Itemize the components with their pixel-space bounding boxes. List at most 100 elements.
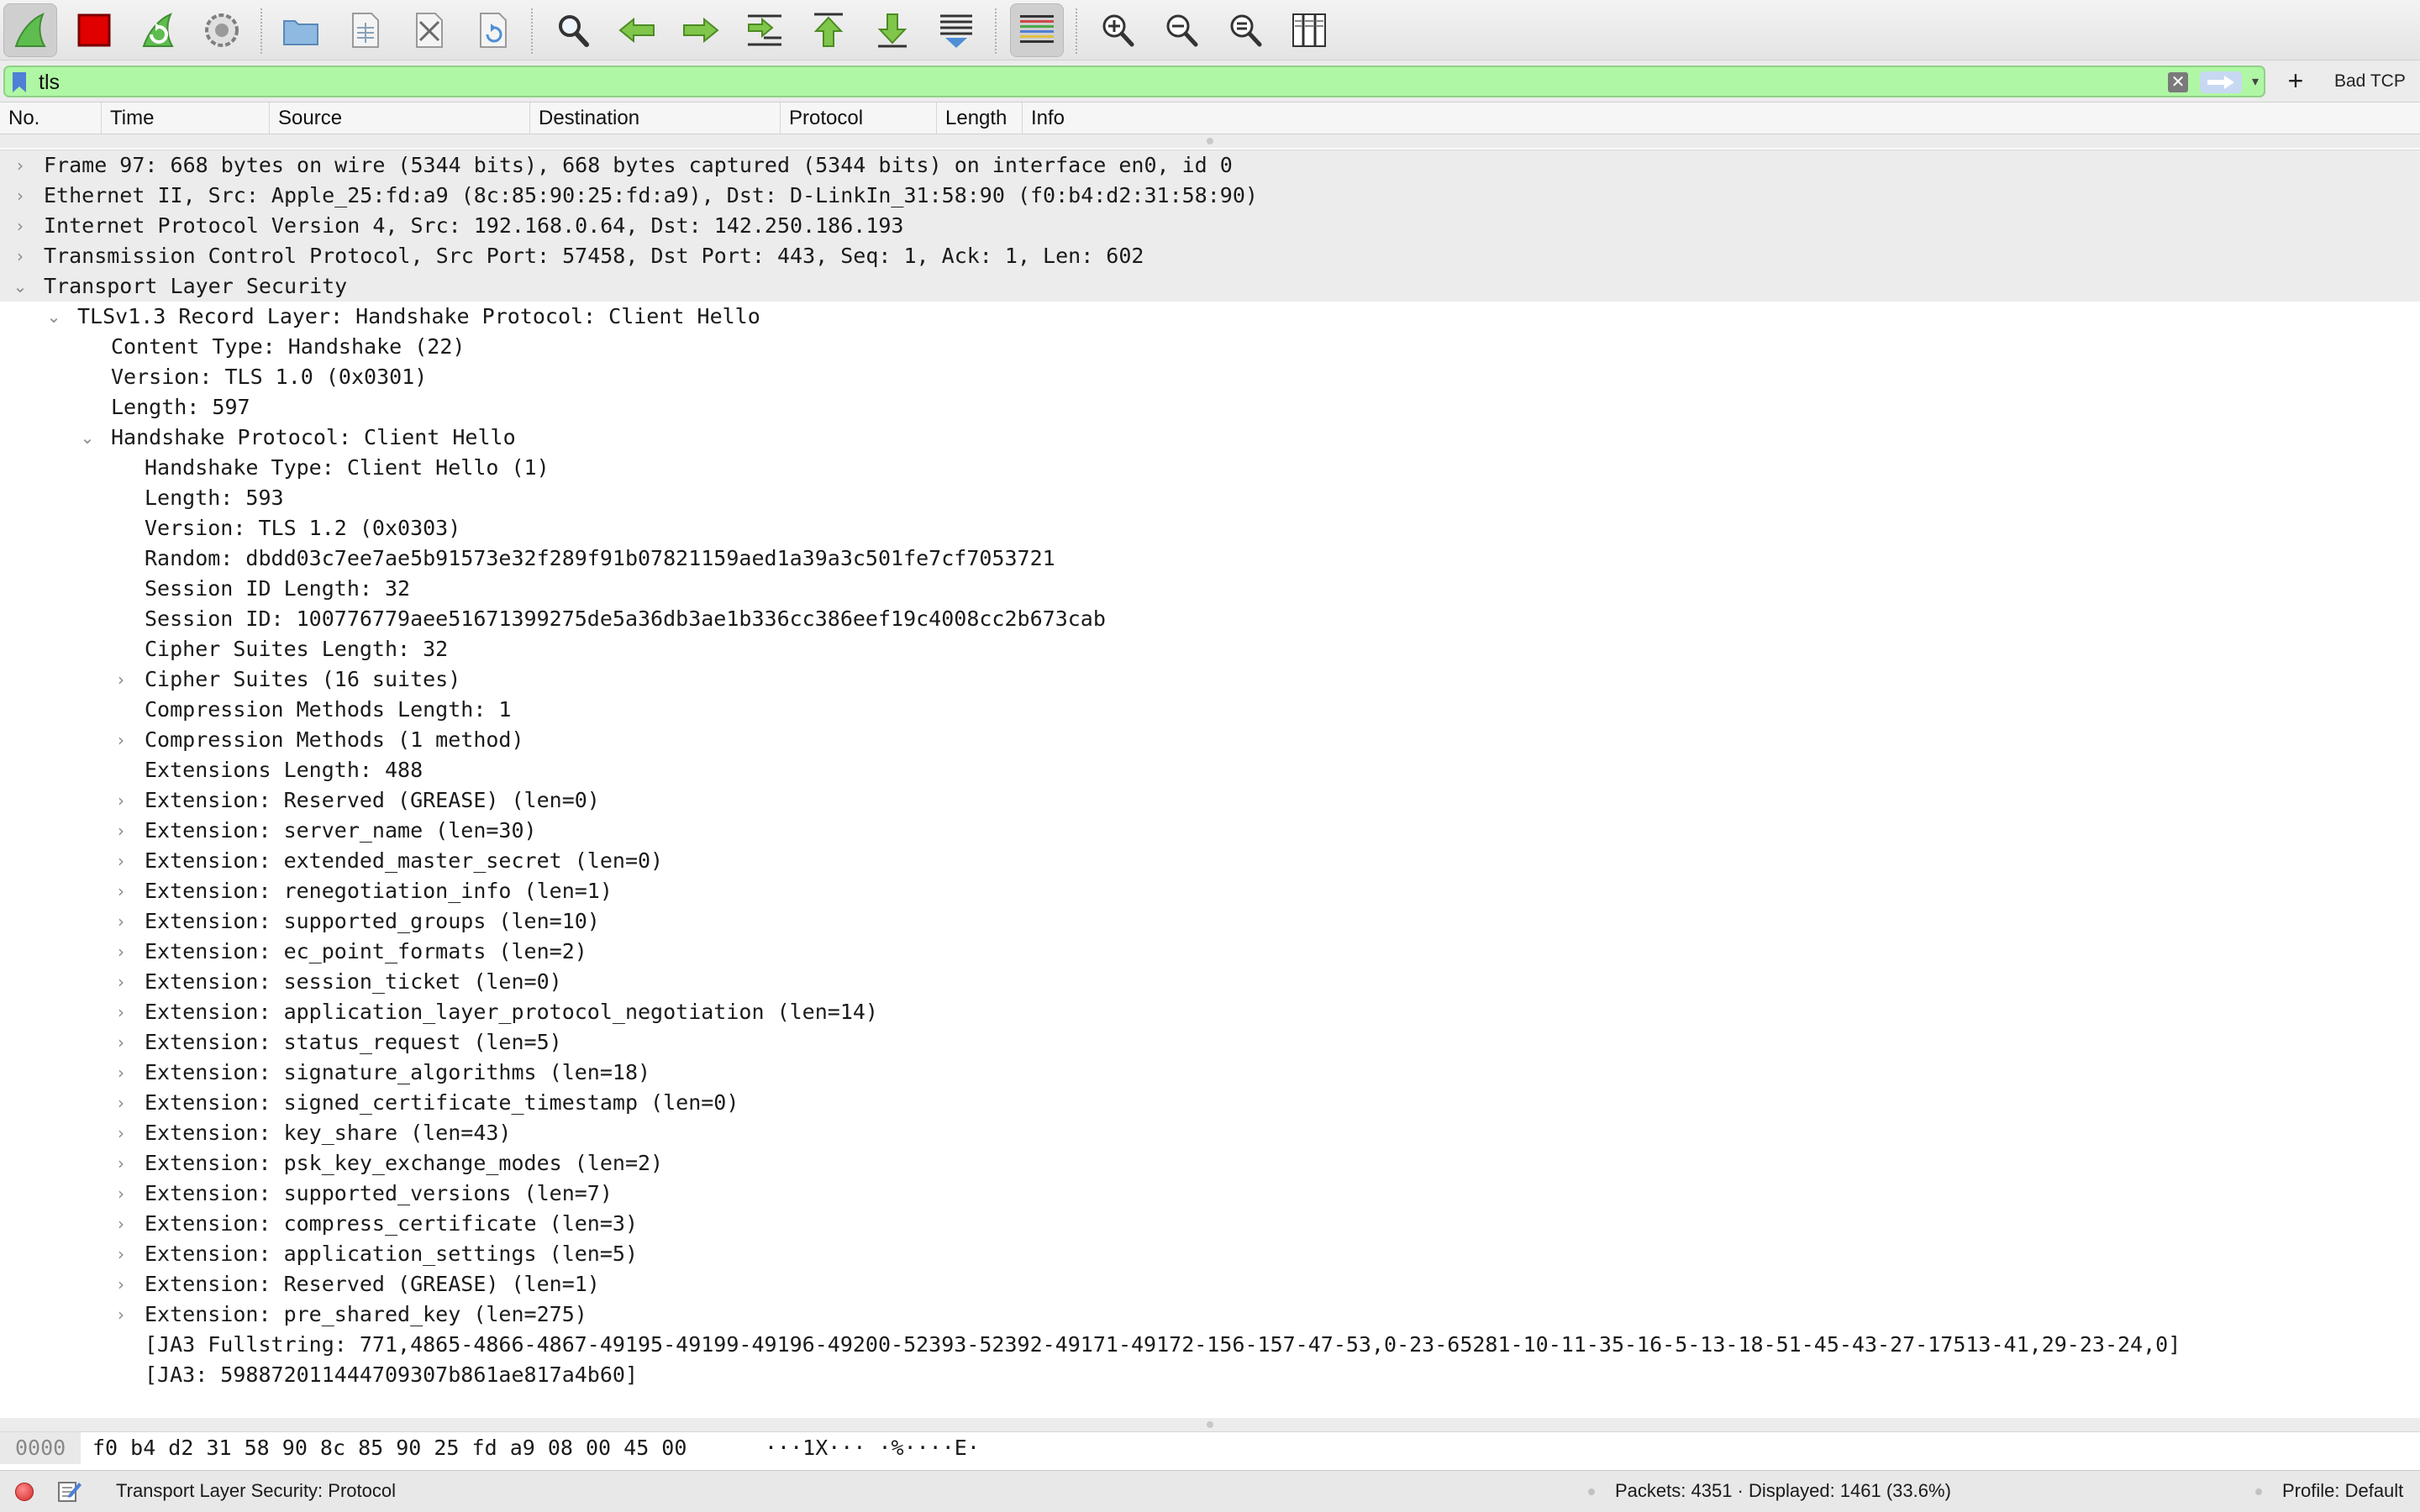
expand-chevron-icon[interactable]: › (113, 997, 129, 1027)
tree-item[interactable]: Extensions Length: 488 (0, 755, 2420, 785)
go-first-packet-button[interactable] (802, 3, 855, 57)
expand-chevron-icon[interactable]: › (113, 816, 129, 846)
tree-item[interactable]: › Extension: supported_groups (len=10) (0, 906, 2420, 937)
expand-chevron-icon[interactable]: › (12, 211, 29, 241)
go-to-packet-button[interactable] (738, 3, 792, 57)
capture-comment-icon[interactable] (57, 1479, 82, 1503)
open-file-button[interactable] (274, 3, 328, 57)
close-file-button[interactable] (402, 3, 455, 57)
expand-chevron-icon[interactable]: › (113, 1088, 129, 1118)
profile-switcher[interactable]: Profile: Default (2282, 1471, 2403, 1511)
tree-item[interactable]: › Extension: application_layer_protocol_n… (0, 997, 2420, 1027)
hex-bytes[interactable]: f0 b4 d2 31 58 90 8c 85 90 25 fd a9 08 0… (92, 1432, 687, 1464)
expand-chevron-icon[interactable]: › (113, 1299, 129, 1330)
tree-item[interactable]: Session ID: 100776779aee51671399275de5a3… (0, 604, 2420, 634)
tree-item[interactable]: ⌄ Handshake Protocol: Client Hello (0, 423, 2420, 453)
tree-item[interactable]: › Extension: renegotiation_info (len=1) (0, 876, 2420, 906)
tree-item[interactable]: ⌄ Transport Layer Security (0, 271, 2420, 302)
tree-item[interactable]: › Extension: Reserved (GREASE) (len=0) (0, 785, 2420, 816)
expand-chevron-icon[interactable]: › (113, 1058, 129, 1088)
tree-item[interactable]: [JA3 Fullstring: 771,4865-4866-4867-4919… (0, 1330, 2420, 1360)
tree-item[interactable]: › Extension: compress_certificate (len=3) (0, 1209, 2420, 1239)
expand-chevron-icon[interactable]: › (113, 876, 129, 906)
apply-filter-button[interactable] (2200, 71, 2242, 93)
tree-item[interactable]: [JA3: 598872011444709307b861ae817a4b60] (0, 1360, 2420, 1390)
column-no[interactable]: No. (0, 102, 101, 134)
add-filter-button[interactable]: + (2282, 66, 2309, 96)
tree-item[interactable]: › Extension: extended_master_secret (len=… (0, 846, 2420, 876)
display-filter-input[interactable]: tls ✕ ▾ (3, 66, 2265, 97)
expand-chevron-icon[interactable]: › (12, 150, 29, 181)
filter-history-dropdown[interactable]: ▾ (2249, 71, 2262, 94)
expand-chevron-icon[interactable]: › (113, 937, 129, 967)
expert-info-icon[interactable] (15, 1483, 34, 1501)
tree-item[interactable]: Version: TLS 1.2 (0x0303) (0, 513, 2420, 543)
tree-item[interactable]: › Extension: signature_algorithms (len=18… (0, 1058, 2420, 1088)
column-protocol[interactable]: Protocol (780, 102, 936, 134)
tree-item[interactable]: › Extension: ec_point_formats (len=2) (0, 937, 2420, 967)
expand-chevron-icon[interactable]: › (113, 1209, 129, 1239)
tree-item[interactable]: Length: 593 (0, 483, 2420, 513)
bookmark-icon[interactable] (10, 71, 29, 93)
expand-chevron-icon[interactable]: › (113, 846, 129, 876)
tree-item[interactable]: › Transmission Control Protocol, Src Port… (0, 241, 2420, 271)
reload-file-button[interactable] (466, 3, 519, 57)
tree-item[interactable]: ⌄ TLSv1.3 Record Layer: Handshake Protoco… (0, 302, 2420, 332)
expand-chevron-icon[interactable]: › (113, 967, 129, 997)
tree-item[interactable]: Session ID Length: 32 (0, 574, 2420, 604)
tree-item[interactable]: › Internet Protocol Version 4, Src: 192.1… (0, 211, 2420, 241)
find-packet-button[interactable] (546, 3, 600, 57)
tree-item[interactable]: › Ethernet II, Src: Apple_25:fd:a9 (8c:85… (0, 181, 2420, 211)
capture-options-button[interactable] (195, 3, 249, 57)
tree-item[interactable]: Cipher Suites Length: 32 (0, 634, 2420, 664)
collapse-chevron-icon[interactable]: ⌄ (79, 423, 96, 453)
go-back-button[interactable] (610, 3, 664, 57)
tree-item[interactable]: Length: 597 (0, 392, 2420, 423)
expand-chevron-icon[interactable]: › (113, 1148, 129, 1179)
tree-item[interactable]: › Extension: application_settings (len=5) (0, 1239, 2420, 1269)
tree-item[interactable]: Compression Methods Length: 1 (0, 695, 2420, 725)
tree-item[interactable]: › Extension: pre_shared_key (len=275) (0, 1299, 2420, 1330)
column-time[interactable]: Time (101, 102, 269, 134)
resize-columns-button[interactable] (1282, 3, 1336, 57)
column-destination[interactable]: Destination (529, 102, 780, 134)
zoom-reset-button[interactable] (1218, 3, 1272, 57)
pane-splitter[interactable] (0, 134, 2420, 148)
expand-chevron-icon[interactable]: › (12, 241, 29, 271)
tree-item[interactable]: Handshake Type: Client Hello (1) (0, 453, 2420, 483)
expand-chevron-icon[interactable]: › (113, 906, 129, 937)
save-file-button[interactable] (338, 3, 392, 57)
expand-chevron-icon[interactable]: › (113, 785, 129, 816)
ascii-bytes[interactable]: ···1X··· ·%····E· (765, 1432, 980, 1464)
tree-item[interactable]: › Extension: key_share (len=43) (0, 1118, 2420, 1148)
tree-item[interactable]: › Extension: status_request (len=5) (0, 1027, 2420, 1058)
expand-chevron-icon[interactable]: › (113, 1239, 129, 1269)
tree-item[interactable]: Random: dbdd03c7ee7ae5b91573e32f289f91b0… (0, 543, 2420, 574)
go-forward-button[interactable] (674, 3, 728, 57)
stop-capture-button[interactable] (67, 3, 121, 57)
zoom-in-button[interactable] (1091, 3, 1144, 57)
pane-splitter[interactable] (0, 1418, 2420, 1431)
tree-item[interactable]: › Cipher Suites (16 suites) (0, 664, 2420, 695)
tree-item[interactable]: › Extension: server_name (len=30) (0, 816, 2420, 846)
go-last-packet-button[interactable] (865, 3, 919, 57)
restart-capture-button[interactable] (131, 3, 185, 57)
expand-chevron-icon[interactable]: › (12, 181, 29, 211)
start-capture-button[interactable] (3, 3, 57, 57)
column-source[interactable]: Source (269, 102, 529, 134)
colorize-button[interactable] (1010, 3, 1064, 57)
auto-scroll-button[interactable] (929, 3, 983, 57)
zoom-out-button[interactable] (1155, 3, 1208, 57)
expand-chevron-icon[interactable]: › (113, 664, 129, 695)
tree-item[interactable]: › Extension: Reserved (GREASE) (len=1) (0, 1269, 2420, 1299)
clear-filter-icon[interactable]: ✕ (2168, 72, 2188, 92)
tree-item[interactable]: › Compression Methods (1 method) (0, 725, 2420, 755)
expand-chevron-icon[interactable]: › (113, 1269, 129, 1299)
tree-item[interactable]: › Extension: session_ticket (len=0) (0, 967, 2420, 997)
tree-item[interactable]: Version: TLS 1.0 (0x0301) (0, 362, 2420, 392)
tree-item[interactable]: › Extension: signed_certificate_timestamp… (0, 1088, 2420, 1118)
bad-tcp-filter-button[interactable]: Bad TCP (2334, 69, 2406, 94)
tree-item[interactable]: Content Type: Handshake (22) (0, 332, 2420, 362)
tree-item[interactable]: › Extension: supported_versions (len=7) (0, 1179, 2420, 1209)
column-length[interactable]: Length (936, 102, 1022, 134)
